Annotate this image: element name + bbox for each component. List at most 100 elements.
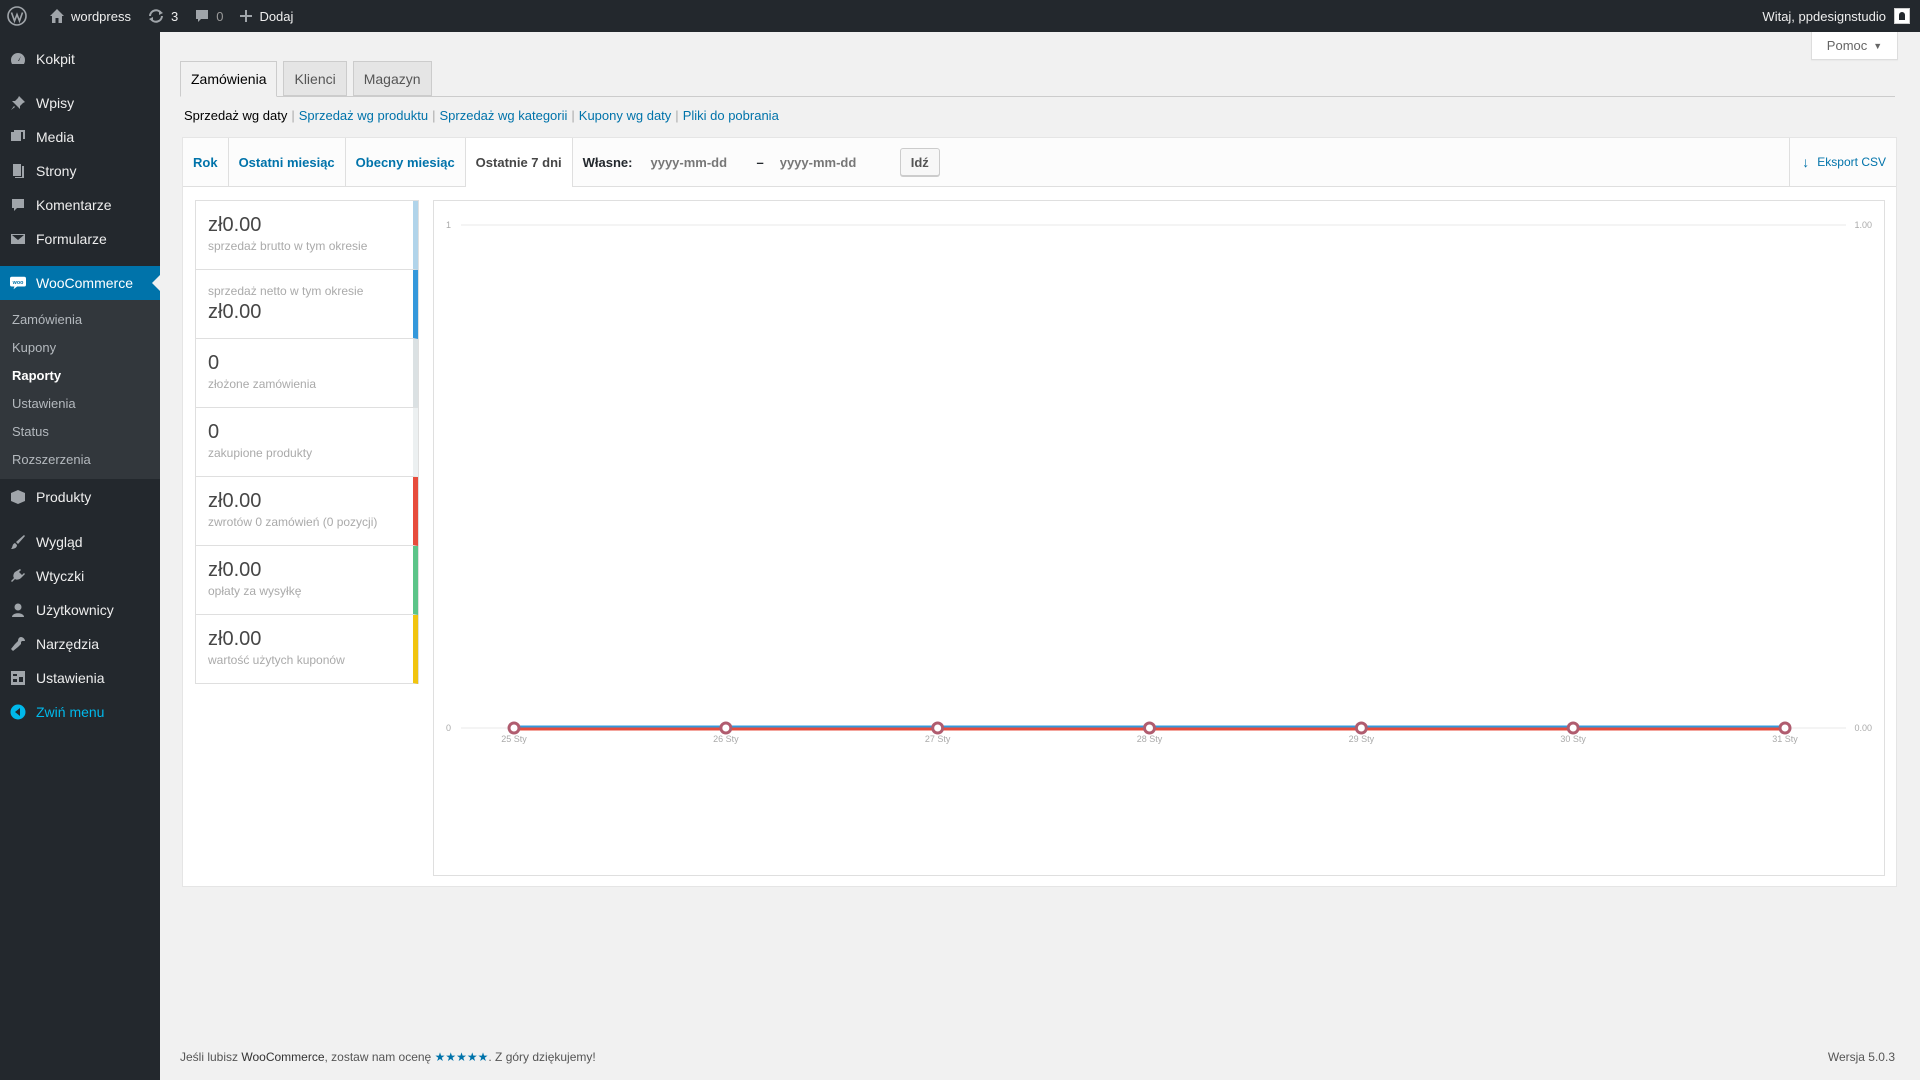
submenu-coupons[interactable]: Kupony <box>0 333 160 361</box>
new-content-link[interactable]: Dodaj <box>231 0 301 32</box>
menu-products[interactable]: Produkty <box>0 479 160 515</box>
subnav-coupons-by-date[interactable]: Kupony wg daty <box>579 108 672 123</box>
subnav-sales-by-date[interactable]: Sprzedaż wg daty <box>184 108 287 123</box>
chart-legend: zł0.00 sprzedaż brutto w tym okresie spr… <box>195 200 419 684</box>
separator: | <box>571 108 575 123</box>
legend-label: wartość użytych kuponów <box>208 653 345 667</box>
legend-refunds[interactable]: zł0.00 zwrotów 0 zamówień (0 pozycji) <box>196 477 418 546</box>
separator: | <box>291 108 295 123</box>
legend-value: zł0.00 <box>208 301 262 323</box>
menu-settings-label: Ustawienia <box>36 670 105 686</box>
rating-stars-link[interactable]: ★★★★★ <box>435 1050 489 1064</box>
comments-icon <box>10 197 26 213</box>
menu-media[interactable]: Media <box>0 120 160 154</box>
legend-gross-sales[interactable]: zł0.00 sprzedaż brutto w tym okresie <box>196 201 418 270</box>
data-point <box>1778 721 1792 735</box>
range-year[interactable]: Rok <box>183 138 229 186</box>
menu-posts[interactable]: Wpisy <box>0 86 160 120</box>
menu-settings[interactable]: Ustawienia <box>0 661 160 695</box>
tab-customers[interactable]: Klienci <box>283 61 347 96</box>
y2-tick-label: 0.00 <box>1854 723 1872 733</box>
legend-value: 0 <box>208 421 220 443</box>
menu-appearance[interactable]: Wygląd <box>0 525 160 559</box>
end-date-input[interactable] <box>771 148 878 176</box>
range-dash: – <box>756 154 764 170</box>
menu-users-label: Użytkownicy <box>36 602 114 618</box>
range-this-month[interactable]: Obecny miesiąc <box>346 138 466 186</box>
avatar <box>1894 8 1910 24</box>
woocommerce-submenu: Zamówienia Kupony Raporty Ustawienia Sta… <box>0 300 160 479</box>
report-box: Rok Ostatni miesiąc Obecny miesiąc Ostat… <box>182 137 1897 887</box>
menu-products-label: Produkty <box>36 489 92 505</box>
x-tick-label: 25 Sty <box>501 734 527 744</box>
triangle-down-icon: ▼ <box>1873 40 1883 51</box>
menu-comments-label: Komentarze <box>36 197 112 213</box>
plugin-icon <box>10 568 26 584</box>
menu-dashboard[interactable]: Kokpit <box>0 42 160 76</box>
my-account-link[interactable]: Witaj, ppdesignstudio <box>1754 0 1920 32</box>
footer-text-after: . Z góry dziękujemy! <box>488 1050 596 1064</box>
legend-shipping[interactable]: zł0.00 opłaty za wysyłkę <box>196 546 418 615</box>
legend-label: opłaty za wysyłkę <box>208 584 302 598</box>
updates-icon <box>148 9 163 23</box>
legend-net-sales[interactable]: sprzedaż netto w tym okresie zł0.00 <box>196 270 418 339</box>
go-button[interactable]: Idź <box>899 148 940 176</box>
paintbrush-icon <box>10 534 26 550</box>
menu-users[interactable]: Użytkownicy <box>0 593 160 627</box>
legend-value: 0 <box>208 352 220 374</box>
menu-tools[interactable]: Narzędzia <box>0 627 160 661</box>
menu-appearance-label: Wygląd <box>36 534 83 550</box>
export-csv-button[interactable]: ↓ Eksport CSV <box>1789 138 1896 186</box>
submenu-settings[interactable]: Ustawienia <box>0 389 160 417</box>
site-name-link[interactable]: wordpress <box>41 0 139 32</box>
legend-items-purchased[interactable]: 0 zakupione produkty <box>196 408 418 477</box>
woocommerce-icon: woo <box>10 275 26 291</box>
y-tick-label: 0 <box>446 723 451 733</box>
submenu-extensions[interactable]: Rozszerzenia <box>0 445 160 473</box>
data-point <box>1354 721 1368 735</box>
range-last-month[interactable]: Ostatni miesiąc <box>229 138 346 186</box>
new-label: Dodaj <box>259 8 294 24</box>
tab-stock[interactable]: Magazyn <box>352 61 432 96</box>
menu-forms[interactable]: Formularze <box>0 222 160 256</box>
admin-bar: wordpress 3 0 Dodaj Witaj, ppdesignstudi… <box>0 0 1920 32</box>
x-tick-label: 28 Sty <box>1137 734 1163 744</box>
updates-link[interactable]: 3 <box>139 0 186 32</box>
x-tick-label: 26 Sty <box>713 734 739 744</box>
tab-orders[interactable]: Zamówienia <box>180 61 278 97</box>
subnav-downloads[interactable]: Pliki do pobrania <box>683 108 779 123</box>
custom-range-label: Własne: <box>582 154 633 170</box>
comment-icon <box>196 10 209 22</box>
submenu-reports[interactable]: Raporty <box>0 361 160 389</box>
range-last-7-days[interactable]: Ostatnie 7 dni <box>465 138 573 187</box>
main-content: Pomoc ▼ Zamówienia Klienci Magazyn Sprze… <box>160 32 1920 1080</box>
menu-media-label: Media <box>36 129 75 145</box>
footer-text-before: Jeśli lubisz <box>180 1050 242 1064</box>
submenu-orders[interactable]: Zamówienia <box>0 305 160 333</box>
report-tabs: Zamówienia Klienci Magazyn <box>180 61 1895 97</box>
updates-count: 3 <box>170 8 179 24</box>
legend-coupons[interactable]: zł0.00 wartość użytych kuponów <box>196 615 418 684</box>
menu-plugins-label: Wtyczki <box>36 568 85 584</box>
help-button[interactable]: Pomoc ▼ <box>1811 32 1898 60</box>
menu-pages[interactable]: Strony <box>0 154 160 188</box>
version: Wersja 5.0.3 <box>1827 1050 1895 1064</box>
separator: | <box>675 108 679 123</box>
data-point <box>719 721 733 735</box>
comments-link[interactable]: 0 <box>186 0 231 32</box>
start-date-input[interactable] <box>642 148 749 176</box>
subnav-sales-by-product[interactable]: Sprzedaż wg produktu <box>299 108 428 123</box>
x-tick-label: 31 Sty <box>1772 734 1798 744</box>
menu-comments[interactable]: Komentarze <box>0 188 160 222</box>
subnav-sales-by-category[interactable]: Sprzedaż wg kategorii <box>439 108 567 123</box>
menu-plugins[interactable]: Wtyczki <box>0 559 160 593</box>
data-point <box>1143 721 1156 735</box>
wordpress-logo-icon[interactable] <box>0 0 41 32</box>
date-range-bar: Rok Ostatni miesiąc Obecny miesiąc Ostat… <box>183 138 1896 187</box>
submenu-status[interactable]: Status <box>0 417 160 445</box>
legend-orders-placed[interactable]: 0 złożone zamówienia <box>196 339 418 408</box>
menu-forms-label: Formularze <box>36 231 107 247</box>
collapse-menu-button[interactable]: Zwiń menu <box>0 695 160 729</box>
menu-woocommerce[interactable]: woo WooCommerce <box>0 266 160 300</box>
collapse-icon <box>10 704 26 720</box>
